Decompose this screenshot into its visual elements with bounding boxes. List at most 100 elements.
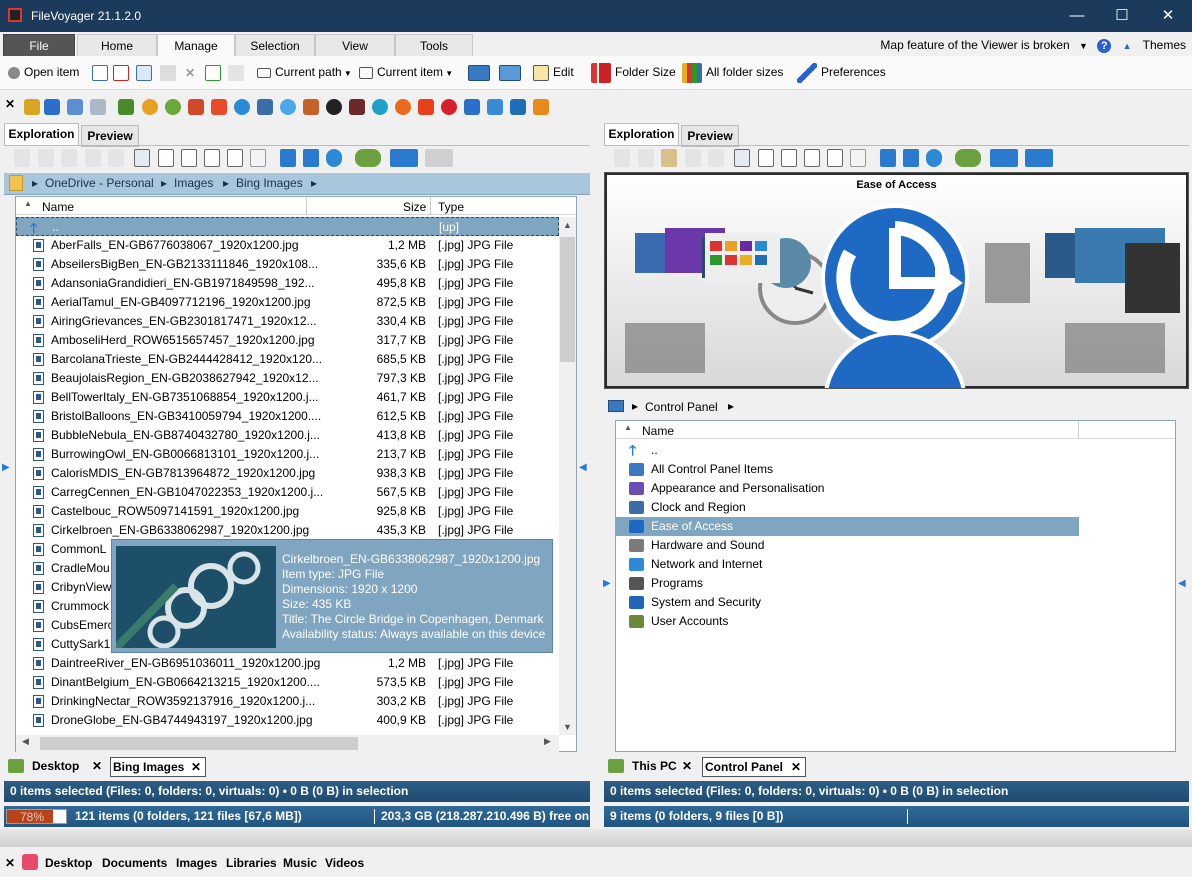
delete-icon[interactable]: [708, 149, 724, 167]
table-row[interactable]: Castelbouc_ROW5097141591_1920x1200.jpg 92…: [16, 502, 559, 521]
favorite-music[interactable]: Music: [283, 856, 317, 870]
close-bar-icon[interactable]: ✕: [5, 97, 15, 111]
cut-icon[interactable]: [614, 149, 630, 167]
list-item[interactable]: Ease of Access: [616, 517, 1079, 536]
favorite-images[interactable]: Images: [176, 856, 217, 870]
details-view-icon[interactable]: [134, 149, 150, 167]
left-hscroll-thumb[interactable]: [40, 737, 358, 750]
root-folder-icon[interactable]: [880, 149, 896, 167]
image-launcher-icon[interactable]: [487, 99, 503, 115]
minimize-button[interactable]: —: [1054, 0, 1100, 32]
medium-icons-view-icon[interactable]: [804, 149, 820, 167]
left-expand-arrow-icon[interactable]: ▶: [2, 462, 10, 473]
tab-selection[interactable]: Selection: [235, 34, 315, 56]
back-icon[interactable]: [990, 149, 1018, 167]
paint-launcher-icon[interactable]: [142, 99, 158, 115]
list-item[interactable]: Hardware and Sound: [616, 536, 1079, 555]
favorite-desktop[interactable]: Desktop: [45, 856, 92, 870]
left-file-list[interactable]: ▲ Name Size Type 🡑.. [up] AberFalls_EN-GB6…: [15, 196, 577, 752]
favorite-documents[interactable]: Documents: [102, 856, 167, 870]
edge-launcher-icon[interactable]: [372, 99, 388, 115]
breadcrumb-bing-images[interactable]: Bing Images: [236, 176, 303, 190]
terminal-launcher-icon[interactable]: [349, 99, 365, 115]
list-view-icon[interactable]: [158, 149, 174, 167]
open-item-button[interactable]: Open item: [8, 63, 79, 83]
table-row[interactable]: BurrowingOwl_EN-GB0066813101_1920x1200.j…: [16, 445, 559, 464]
games-launcher-icon[interactable]: [165, 99, 181, 115]
skype-launcher-icon[interactable]: [234, 99, 250, 115]
medium-icons-view-icon[interactable]: [204, 149, 220, 167]
paste-icon[interactable]: [61, 149, 77, 167]
preferences-button[interactable]: Preferences: [797, 63, 886, 83]
settings-launcher-icon[interactable]: [280, 99, 296, 115]
parent-folder-icon[interactable]: [303, 149, 319, 167]
left-horizontal-scrollbar[interactable]: ◀ ▶: [16, 735, 559, 752]
current-path-button[interactable]: Current path ▼: [257, 63, 352, 83]
table-row[interactable]: BristolBalloons_EN-GB3410059794_1920x120…: [16, 407, 559, 426]
table-row[interactable]: DaintreeRiver_EN-GB6951036011_1920x1200.…: [16, 654, 559, 673]
table-row[interactable]: BeaujolaisRegion_EN-GB2038627942_1920x12…: [16, 369, 559, 388]
header-size[interactable]: Size: [403, 200, 426, 214]
tab-file[interactable]: File: [3, 34, 75, 56]
list-item[interactable]: Appearance and Personalisation: [616, 479, 1079, 498]
pane-splitter[interactable]: [594, 122, 602, 842]
favorite-videos[interactable]: Videos: [325, 856, 364, 870]
close-bar-icon[interactable]: ✕: [5, 856, 15, 870]
right-expand-arrow-icon[interactable]: ▶: [603, 578, 611, 589]
forward-icon[interactable]: [425, 149, 453, 167]
list-item[interactable]: User Accounts: [616, 612, 1079, 631]
copy-icon[interactable]: [38, 149, 54, 167]
close-tab-icon[interactable]: ✕: [92, 757, 102, 775]
all-folder-sizes-button[interactable]: All folder sizes: [682, 63, 783, 83]
left-vertical-scrollbar[interactable]: ▲ ▼: [559, 217, 576, 735]
folder-size-button[interactable]: Folder Size: [591, 63, 676, 83]
explorer-launcher-icon[interactable]: [67, 99, 83, 115]
table-row[interactable]: Cirkelbroen_EN-GB6338062987_1920x1200.jp…: [16, 521, 559, 540]
details-view-icon[interactable]: [734, 149, 750, 167]
table-row[interactable]: BellTowerItaly_EN-GB7351068854_1920x1200…: [16, 388, 559, 407]
close-button[interactable]: ✕: [1145, 0, 1191, 32]
table-row[interactable]: AberFalls_EN-GB6776038067_1920x1200.jpg 1…: [16, 236, 559, 255]
parent-folder-icon[interactable]: [903, 149, 919, 167]
tab-manage[interactable]: Manage: [157, 34, 235, 57]
current-item-button[interactable]: Current item ▼: [359, 63, 453, 83]
refresh-icon[interactable]: [926, 149, 942, 167]
left-tab-bing-images[interactable]: Bing Images ✕: [110, 757, 206, 777]
close-tab-icon[interactable]: ✕: [791, 758, 801, 776]
shortcut-icon[interactable]: [136, 63, 156, 83]
header-name[interactable]: Name: [42, 200, 74, 214]
list-view-icon[interactable]: [758, 149, 774, 167]
right-tab-control-panel[interactable]: Control Panel ✕: [702, 757, 806, 777]
left-tab-preview[interactable]: Preview: [81, 125, 139, 147]
left-vscroll-thumb[interactable]: [560, 237, 575, 362]
new-folder-icon[interactable]: [205, 63, 225, 83]
breadcrumb-onedrive[interactable]: OneDrive - Personal: [45, 176, 154, 190]
media-launcher-icon[interactable]: [303, 99, 319, 115]
office-launcher-icon[interactable]: [188, 99, 204, 115]
delete-icon[interactable]: [108, 149, 124, 167]
root-folder-icon[interactable]: [280, 149, 296, 167]
left-tab-exploration[interactable]: Exploration: [4, 123, 79, 146]
help-icon[interactable]: ?: [1097, 39, 1112, 53]
photos-launcher-icon[interactable]: [211, 99, 227, 115]
right-tab-preview[interactable]: Preview: [681, 125, 739, 147]
thumbnails-view-icon[interactable]: [250, 149, 266, 167]
viewer-launcher-icon[interactable]: [510, 99, 526, 115]
chevron-up-icon[interactable]: ▲: [1123, 41, 1132, 51]
table-row[interactable]: DrinkingNectar_ROW3592137916_1920x1200.j…: [16, 692, 559, 711]
vlc-launcher-icon[interactable]: [533, 99, 549, 115]
firefox-launcher-icon[interactable]: [395, 99, 411, 115]
breadcrumb-images[interactable]: Images: [174, 176, 213, 190]
list-item[interactable]: Network and Internet: [616, 555, 1079, 574]
new-file-icon[interactable]: [92, 63, 112, 83]
new-tab-icon[interactable]: [8, 759, 24, 773]
app-launcher-icon[interactable]: [24, 99, 40, 115]
right-collapse-arrow-icon[interactable]: ◀: [1178, 578, 1186, 589]
refresh-icon[interactable]: [326, 149, 342, 167]
forward-icon[interactable]: [1025, 149, 1053, 167]
table-row[interactable]: DroneGlobe_EN-GB4744943197_1920x1200.jpg…: [16, 711, 559, 730]
left-tab-desktop[interactable]: Desktop ✕: [28, 757, 110, 777]
table-row[interactable]: AbseilersBigBen_EN-GB2133111846_1920x108…: [16, 255, 559, 274]
small-icons-view-icon[interactable]: [181, 149, 197, 167]
send-icon[interactable]: [499, 63, 525, 83]
